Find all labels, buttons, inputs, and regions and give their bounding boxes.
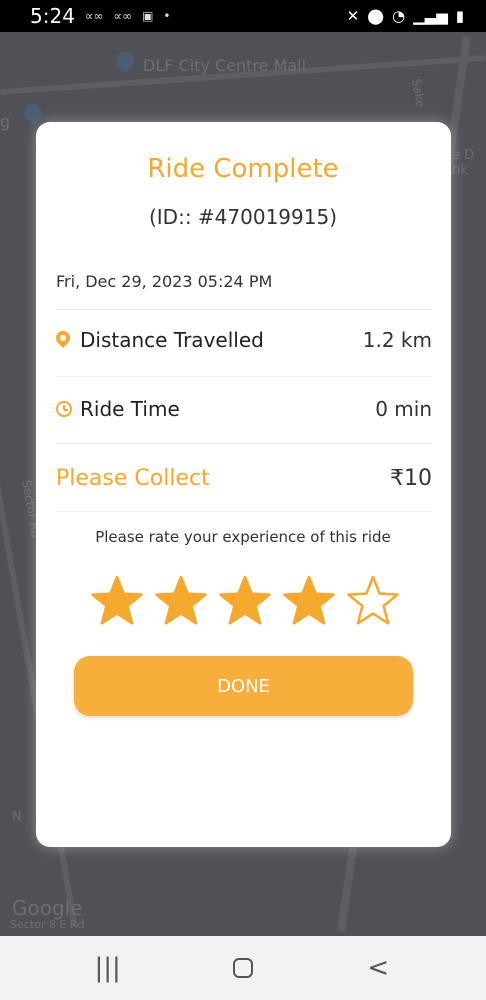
star-filled-icon[interactable] [282, 574, 336, 628]
collect-amount: ₹10 [390, 466, 432, 491]
clock-icon [56, 401, 72, 417]
map-partial-label: g [0, 112, 11, 131]
dialog-title: Ride Complete [147, 154, 339, 184]
battery-icon: ▮ [455, 7, 464, 25]
ride-id: (ID:: #470019915) [148, 205, 338, 229]
ride-time-row: Ride Time 0 min [56, 397, 432, 421]
google-logo: Google [12, 896, 83, 920]
dot-icon: • [163, 9, 171, 23]
rate-prompt: Please rate your experience of this ride [95, 528, 391, 546]
star-filled-icon[interactable] [154, 574, 208, 628]
recents-icon[interactable]: ||| [78, 953, 138, 983]
divider [56, 309, 432, 310]
back-icon[interactable]: < [348, 953, 408, 983]
divider [56, 376, 432, 377]
map-pin-icon [112, 48, 138, 74]
status-left: 5:24 ∝∞ ∝∞ ▣ • [30, 4, 171, 28]
wifi-icon: ◔ [392, 7, 406, 25]
collect-row: Please Collect ₹10 [56, 466, 432, 491]
done-button[interactable]: DONE [74, 656, 413, 716]
location-icon: ⬤ [367, 7, 385, 25]
distance-value: 1.2 km [362, 328, 432, 352]
home-icon [232, 958, 253, 978]
star-rating[interactable] [90, 574, 400, 630]
map-partial-label: Sake [409, 77, 428, 109]
gallery-icon: ▣ [142, 9, 154, 23]
ride-time-value: 0 min [375, 397, 432, 421]
mute-icon: ✕ [346, 7, 360, 25]
map-road-label: Sector 8 E Rd [10, 918, 85, 931]
distance-label: Distance Travelled [80, 328, 264, 352]
system-nav-bar: ||| < [0, 936, 486, 1000]
star-empty-icon[interactable] [346, 574, 400, 628]
ride-datetime: Fri, Dec 29, 2023 05:24 PM [56, 272, 273, 291]
notification-icon-2: ∝∞ [113, 9, 133, 23]
notification-icon: ∝∞ [84, 9, 104, 23]
collect-label: Please Collect [56, 466, 210, 491]
ride-time-label-group: Ride Time [56, 397, 180, 421]
divider [56, 511, 432, 512]
star-filled-icon[interactable] [90, 574, 144, 628]
status-bar: 5:24 ∝∞ ∝∞ ▣ • ✕ ⬤ ◔ ▁▃▅ ▮ [0, 0, 486, 32]
map-pin-icon [20, 100, 46, 126]
star-filled-icon[interactable] [218, 574, 272, 628]
divider [56, 443, 432, 444]
home-button[interactable] [213, 958, 273, 978]
status-right: ✕ ⬤ ◔ ▁▃▅ ▮ [347, 7, 464, 25]
distance-label-group: Distance Travelled [53, 328, 264, 352]
signal-icon: ▁▃▅ [413, 7, 448, 25]
location-pin-icon [53, 328, 73, 348]
status-time: 5:24 [30, 4, 75, 28]
map-partial-label: N [12, 810, 22, 825]
distance-row: Distance Travelled 1.2 km [53, 328, 432, 352]
map-place-label: DLF City Centre Mall [143, 56, 307, 75]
ride-time-label: Ride Time [80, 397, 180, 421]
